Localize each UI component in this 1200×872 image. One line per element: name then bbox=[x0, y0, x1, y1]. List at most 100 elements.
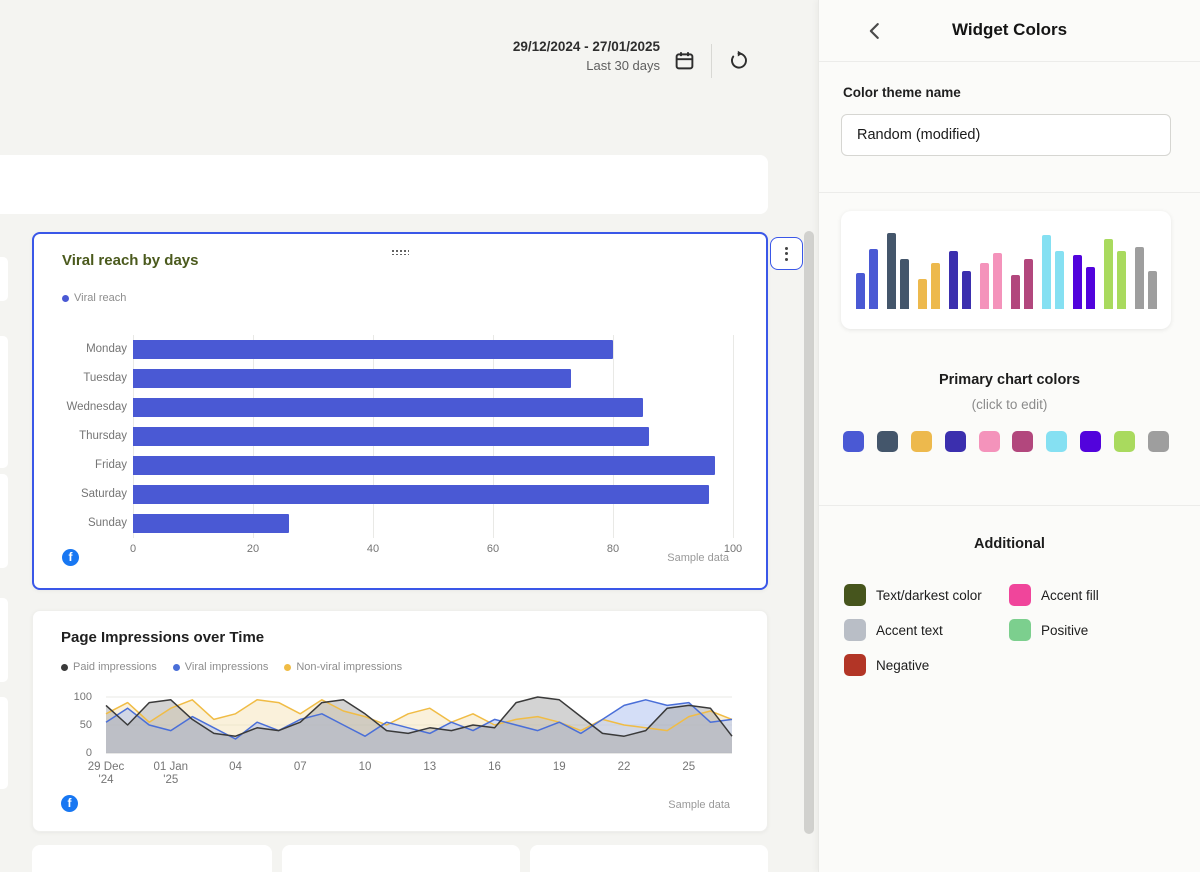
x-tick-label: 16 bbox=[488, 761, 501, 774]
additional-color-swatch[interactable] bbox=[844, 619, 866, 641]
preview-bar bbox=[900, 259, 909, 309]
category-label: Saturday bbox=[61, 480, 127, 509]
x-axis-ticks: 020406080100 bbox=[133, 543, 733, 557]
impressions-widget[interactable]: Page Impressions over Time Paid impressi… bbox=[32, 610, 768, 832]
partial-widget-card bbox=[0, 336, 8, 468]
category-label: Sunday bbox=[61, 509, 127, 538]
additional-color-swatch[interactable] bbox=[844, 584, 866, 606]
additional-heading: Additional bbox=[819, 536, 1200, 552]
x-tick-label: 19 bbox=[553, 761, 566, 774]
preview-bar bbox=[1011, 275, 1020, 309]
legend-item: Paid impressions bbox=[61, 661, 157, 673]
category-label: Wednesday bbox=[61, 393, 127, 422]
refresh-button[interactable] bbox=[724, 48, 752, 76]
primary-color-swatch[interactable] bbox=[1046, 431, 1067, 452]
primary-color-swatch[interactable] bbox=[945, 431, 966, 452]
widget-colors-panel: Widget Colors Color theme name Primary c… bbox=[818, 0, 1200, 872]
legend-label: Non-viral impressions bbox=[296, 661, 402, 673]
preview-bar bbox=[931, 263, 940, 309]
calendar-button[interactable] bbox=[670, 48, 698, 76]
primary-color-swatch[interactable] bbox=[1080, 431, 1101, 452]
x-tick-label: 13 bbox=[423, 761, 436, 774]
partial-widget-card[interactable] bbox=[282, 845, 520, 872]
y-tick-label: 100 bbox=[74, 691, 92, 703]
partial-widget-card[interactable] bbox=[32, 845, 272, 872]
legend-label: Viral impressions bbox=[185, 661, 269, 673]
date-range-display[interactable]: 29/12/2024 - 27/01/2025 Last 30 days bbox=[400, 38, 660, 76]
viral-reach-widget[interactable]: Viral reach by days Viral reach MondayTu… bbox=[32, 232, 768, 590]
partial-widget-card[interactable] bbox=[0, 155, 768, 214]
facebook-icon: f bbox=[61, 795, 78, 812]
additional-color-item: Accent text bbox=[844, 619, 943, 641]
partial-widget-card[interactable] bbox=[530, 845, 768, 872]
preview-bar bbox=[1117, 251, 1126, 309]
x-axis-labels: 29 Dec '2401 Jan '250407101316192225 bbox=[106, 761, 732, 791]
x-tick-label: 25 bbox=[682, 761, 695, 774]
theme-name-input[interactable] bbox=[841, 114, 1171, 156]
category-label: Thursday bbox=[61, 422, 127, 451]
primary-color-swatch[interactable] bbox=[843, 431, 864, 452]
x-tick-label: 0 bbox=[130, 543, 136, 555]
legend-dot-icon bbox=[62, 295, 69, 302]
legend-item: Non-viral impressions bbox=[284, 661, 402, 673]
legend-item: Viral reach bbox=[62, 292, 126, 304]
primary-color-swatch[interactable] bbox=[911, 431, 932, 452]
additional-color-item: Accent fill bbox=[1009, 584, 1099, 606]
additional-color-item: Text/darkest color bbox=[844, 584, 982, 606]
bar bbox=[133, 369, 571, 388]
category-label: Monday bbox=[61, 335, 127, 364]
chart-legend: Viral reach bbox=[62, 292, 126, 304]
partial-widget-card bbox=[0, 474, 8, 568]
preview-bar bbox=[1042, 235, 1051, 309]
date-preset-text: Last 30 days bbox=[400, 56, 660, 76]
divider bbox=[711, 44, 712, 78]
additional-color-swatch[interactable] bbox=[844, 654, 866, 676]
preview-bar bbox=[1086, 267, 1095, 309]
sample-data-note: Sample data bbox=[668, 799, 730, 811]
widget-title: Viral reach by days bbox=[62, 252, 198, 269]
x-tick-label: 80 bbox=[607, 543, 619, 555]
legend-dot-icon bbox=[173, 664, 180, 671]
additional-color-swatch[interactable] bbox=[1009, 619, 1031, 641]
drag-handle-icon[interactable] bbox=[391, 249, 409, 255]
primary-color-swatch[interactable] bbox=[1148, 431, 1169, 452]
additional-color-item: Negative bbox=[844, 654, 929, 676]
legend-dot-icon bbox=[284, 664, 291, 671]
preview-bar bbox=[869, 249, 878, 309]
category-label: Friday bbox=[61, 451, 127, 480]
legend-item: Viral impressions bbox=[173, 661, 269, 673]
x-tick-label: 60 bbox=[487, 543, 499, 555]
legend-label: Paid impressions bbox=[73, 661, 157, 673]
primary-color-swatch[interactable] bbox=[1012, 431, 1033, 452]
preview-bar bbox=[962, 271, 971, 309]
ellipsis-icon bbox=[785, 247, 788, 250]
primary-color-swatch[interactable] bbox=[979, 431, 1000, 452]
widget-menu-button[interactable] bbox=[770, 237, 803, 270]
preview-bar bbox=[980, 263, 989, 309]
primary-color-swatches bbox=[843, 431, 1169, 452]
preview-bar bbox=[887, 233, 896, 309]
facebook-icon: f bbox=[62, 549, 79, 566]
widget-title: Page Impressions over Time bbox=[61, 629, 264, 646]
x-tick-label: 29 Dec '24 bbox=[88, 761, 124, 787]
additional-color-swatch[interactable] bbox=[1009, 584, 1031, 606]
preview-bar bbox=[1073, 255, 1082, 309]
panel-title: Widget Colors bbox=[819, 20, 1200, 40]
preview-bar bbox=[949, 251, 958, 309]
chart-legend: Paid impressions Viral impressions Non-vir… bbox=[61, 661, 402, 673]
gridline bbox=[733, 335, 734, 538]
primary-color-swatch[interactable] bbox=[877, 431, 898, 452]
x-tick-label: 22 bbox=[618, 761, 631, 774]
bar-chart-plot bbox=[133, 335, 733, 538]
additional-color-item: Positive bbox=[1009, 619, 1088, 641]
vertical-scrollbar[interactable] bbox=[804, 231, 814, 834]
preview-bar bbox=[1024, 259, 1033, 309]
bar bbox=[133, 427, 649, 446]
legend-label: Viral reach bbox=[74, 292, 126, 304]
x-tick-label: 07 bbox=[294, 761, 307, 774]
bar bbox=[133, 340, 613, 359]
primary-color-swatch[interactable] bbox=[1114, 431, 1135, 452]
divider bbox=[819, 61, 1200, 62]
x-tick-label: 40 bbox=[367, 543, 379, 555]
primary-colors-heading: Primary chart colors bbox=[819, 372, 1200, 388]
